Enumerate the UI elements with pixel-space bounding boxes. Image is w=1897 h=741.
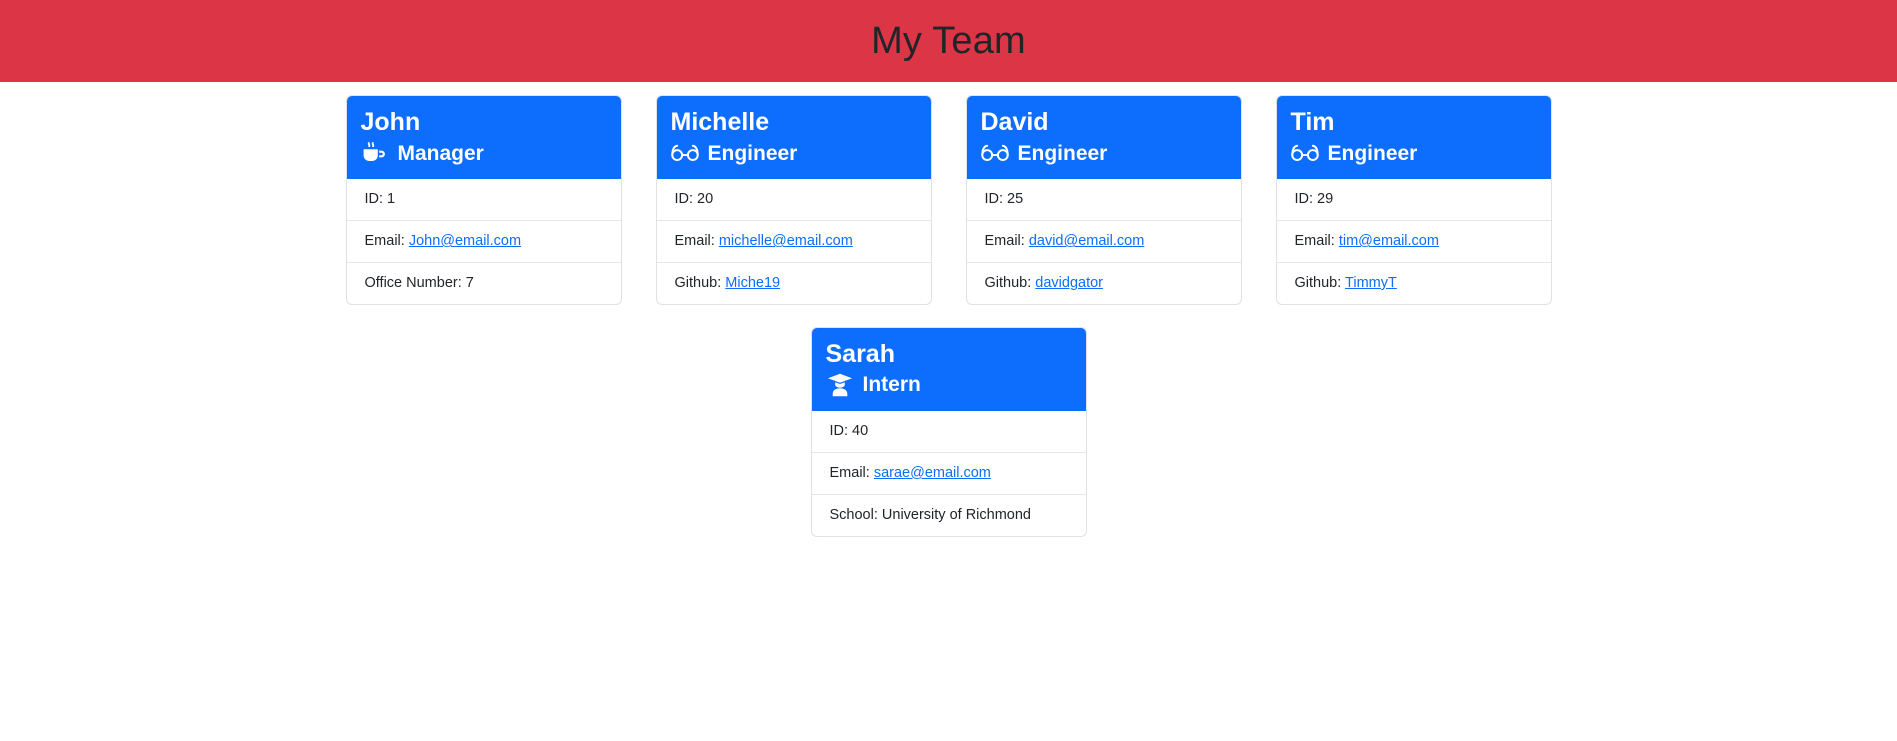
glasses-icon (980, 140, 1009, 166)
site-header: My Team (0, 0, 1897, 82)
member-email-link[interactable]: michelle@email.com (719, 233, 853, 249)
member-github-link[interactable]: TimmyT (1345, 275, 1397, 291)
card-row-top: John Manager ID: 1 Email: John@email.com Off… (0, 95, 1897, 305)
extra-label: Github: (674, 274, 726, 291)
member-name: Tim (1290, 108, 1335, 136)
member-name: Michelle (670, 108, 770, 136)
member-extra-value: University of Richmond (881, 506, 1031, 523)
glasses-icon (670, 140, 699, 166)
email-label: Email: (674, 233, 719, 250)
member-id-row: ID: 1 (364, 191, 396, 208)
member-card: John Manager ID: 1 Email: John@email.com Off… (345, 95, 622, 305)
member-role-label: Engineer (1017, 141, 1108, 165)
member-extra-row: School: University of Richmond (811, 493, 1086, 536)
member-role-label: Engineer (1327, 141, 1418, 165)
member-card: David Engineer ID: 25 Email: david@email.co… (965, 95, 1242, 305)
member-role: Engineer (670, 140, 917, 166)
member-email-link[interactable]: tim@email.com (1339, 233, 1439, 249)
member-email-link[interactable]: david@email.com (1029, 233, 1144, 249)
email-label: Email: (984, 233, 1029, 250)
team-card-grid: John Manager ID: 1 Email: John@email.com Off… (0, 82, 1897, 537)
member-name: Sarah (825, 339, 895, 368)
member-detail-list: ID: 29 Email: tim@email.com Github: TimmyT (1276, 179, 1551, 304)
member-email-row: Email: tim@email.com (1276, 220, 1551, 262)
member-name: John (360, 108, 421, 136)
member-card: Michelle Engineer ID: 20 Email: michelle@em… (655, 95, 932, 305)
member-detail-list: ID: 40 Email: sarae@email.com School: Univ… (811, 411, 1086, 536)
team-page: My Team John Manager ID: 1 Email: John@emai… (0, 0, 1897, 741)
member-role: Manager (361, 140, 607, 166)
member-role: Engineer (1290, 140, 1537, 166)
member-name: David (980, 108, 1049, 136)
glasses-icon (1290, 140, 1319, 166)
extra-label: Github: (1294, 274, 1346, 291)
member-id-row: ID: 25 (984, 191, 1024, 208)
member-id-row: ID: 20 (674, 191, 714, 208)
member-email-link[interactable]: sarae@email.com (874, 465, 991, 481)
member-extra-row: Github: davidgator (966, 261, 1241, 304)
member-email-row: Email: david@email.com (966, 220, 1241, 262)
member-detail-list: ID: 20 Email: michelle@email.com Github: M… (656, 179, 931, 304)
member-card: Tim Engineer ID: 29 Email: tim@email.com Git… (1275, 95, 1552, 305)
member-role-label: Intern (862, 373, 921, 397)
member-card-header: Tim Engineer (1276, 96, 1551, 180)
member-detail-list: ID: 1 Email: John@email.com Office Number:… (346, 179, 621, 304)
member-card: Sarah Intern ID: 40 Email: sarae@email.com S… (810, 326, 1087, 537)
member-detail-list: ID: 25 Email: david@email.com Github: davi… (966, 179, 1241, 304)
page-title: My Team (871, 20, 1026, 62)
member-github-link[interactable]: Miche19 (725, 275, 780, 291)
member-role-label: Engineer (707, 141, 798, 165)
email-label: Email: (1294, 233, 1339, 250)
member-email-row: Email: michelle@email.com (656, 220, 931, 262)
member-id-row: ID: 40 (829, 423, 869, 440)
email-label: Email: (364, 233, 409, 250)
member-role: Intern (826, 372, 1072, 398)
member-card-header: Sarah Intern (811, 327, 1086, 412)
extra-label: School: (829, 506, 882, 523)
card-row-bottom: Sarah Intern ID: 40 Email: sarae@email.com S… (0, 326, 1897, 537)
extra-label: Office Number: (364, 274, 466, 291)
member-extra-row: Office Number: 7 (346, 261, 621, 304)
member-email-link[interactable]: John@email.com (409, 233, 521, 249)
user-graduate-icon (826, 372, 854, 398)
member-github-link[interactable]: davidgator (1035, 275, 1103, 291)
member-extra-row: Github: TimmyT (1276, 261, 1551, 304)
extra-label: Github: (984, 274, 1036, 291)
email-label: Email: (829, 464, 874, 481)
member-extra-value: 7 (465, 274, 474, 291)
member-role-label: Manager (397, 141, 484, 165)
member-card-header: Michelle Engineer (656, 96, 931, 180)
member-email-row: Email: John@email.com (346, 220, 621, 262)
member-card-header: David Engineer (966, 96, 1241, 180)
member-role: Engineer (980, 140, 1227, 166)
member-id-row: ID: 29 (1294, 191, 1334, 208)
member-email-row: Email: sarae@email.com (811, 451, 1086, 494)
member-card-header: John Manager (346, 96, 621, 180)
member-extra-row: Github: Miche19 (656, 261, 931, 304)
coffee-mug-icon (361, 140, 389, 166)
